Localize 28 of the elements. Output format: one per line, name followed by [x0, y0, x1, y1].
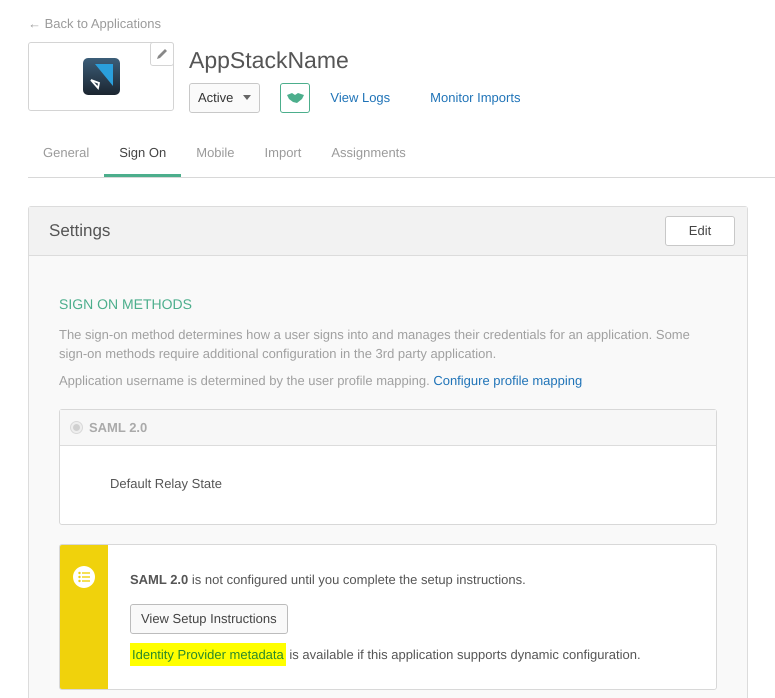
status-dropdown[interactable]: Active	[189, 82, 260, 112]
header-link[interactable]: View Logs	[330, 88, 390, 108]
caret-icon	[243, 95, 252, 100]
pencil-icon	[155, 46, 169, 60]
section-heading: SIGN ON METHODS	[59, 294, 194, 314]
tab[interactable]: Assignments	[316, 142, 421, 176]
tab[interactable]: Mobile	[181, 142, 250, 176]
panel-title: Settings	[49, 220, 110, 242]
tab[interactable]: General	[28, 142, 104, 176]
back-link[interactable]: ← Back to Applications	[28, 14, 161, 34]
metadata-note: is available if this application supports dynamic configuration.	[288, 646, 641, 662]
notice-message: SAML 2.0 is not configured until you complete the setup instructions.	[130, 571, 527, 589]
description-text: The sign-on method determines how a user signs into and manages their credentials for an application. Some sign-on methods require additional configuration in the 3rd party application.	[59, 326, 691, 362]
username-note: Application username is determined by the user profile mapping.	[59, 372, 430, 388]
handshake-button[interactable]	[280, 82, 310, 112]
edit-button[interactable]: Edit	[665, 216, 735, 246]
method-label: SAML 2.0	[89, 418, 148, 437]
app-logo-icon	[82, 58, 120, 94]
metadata-link[interactable]: Identity Provider metadata	[130, 642, 286, 666]
edit-logo-button[interactable]	[150, 42, 174, 66]
tab[interactable]: Import	[250, 142, 316, 176]
tab[interactable]: Sign On	[104, 142, 182, 176]
setup-instructions-button[interactable]: View Setup Instructions	[130, 604, 288, 634]
profile-mapping-link[interactable]: Configure profile mapping	[433, 372, 582, 388]
app-title: AppStackName	[189, 46, 350, 75]
list-icon	[73, 566, 95, 588]
header-link[interactable]: Monitor Imports	[430, 88, 520, 108]
field-label: Default Relay State	[110, 476, 222, 491]
